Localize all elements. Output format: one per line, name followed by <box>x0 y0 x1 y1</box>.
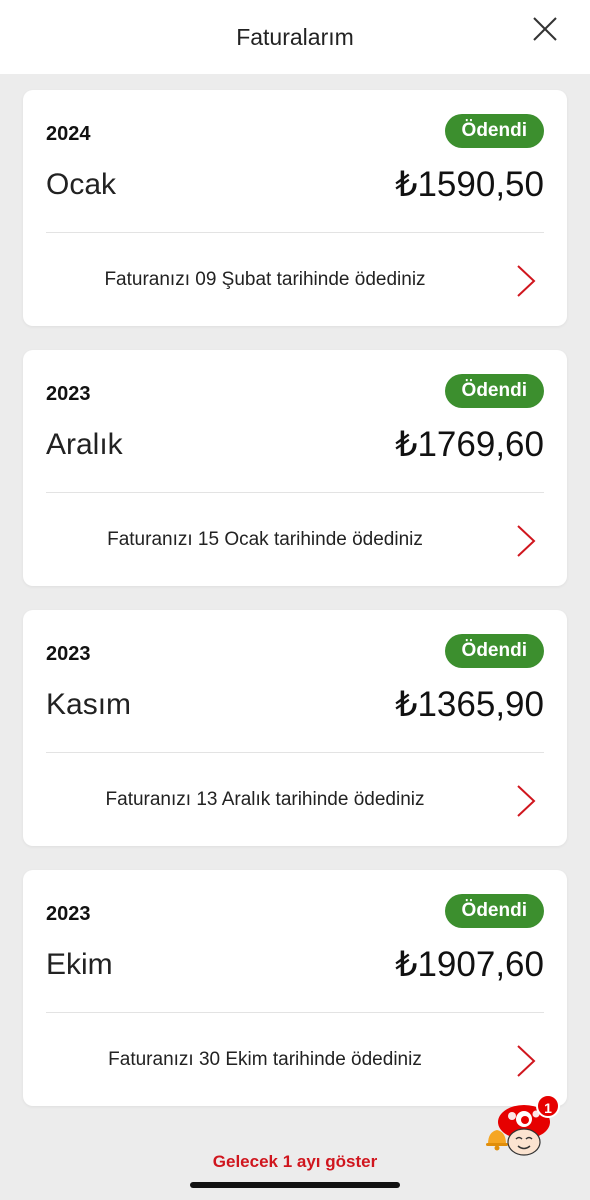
invoice-month: Kasım <box>46 688 132 721</box>
chevron-right-icon <box>517 525 536 557</box>
payment-info: Faturanızı 15 Ocak tarihinde ödediniz <box>107 528 423 550</box>
page-title: Faturalarım <box>236 23 354 50</box>
chevron-right-icon <box>517 265 536 297</box>
invoice-detail-link[interactable]: Faturanızı 09 Şubat tarihinde ödediniz <box>23 233 567 326</box>
invoice-year: 2023 <box>46 903 91 925</box>
status-badge: Ödendi <box>444 374 544 408</box>
invoice-list: 2024 Ödendi Ocak ₺1590,50 Faturanızı 09 … <box>23 90 567 1130</box>
invoice-amount: ₺1907,60 <box>395 945 544 984</box>
payment-info: Faturanızı 30 Ekim tarihinde ödediniz <box>108 1048 422 1070</box>
invoice-detail-link[interactable]: Faturanızı 15 Ocak tarihinde ödediniz <box>23 493 567 586</box>
show-next-month-link[interactable]: Gelecek 1 ayı göster <box>0 1152 590 1172</box>
invoice-month: Ocak <box>46 168 117 201</box>
invoice-detail-link[interactable]: Faturanızı 13 Aralık tarihinde ödediniz <box>23 753 567 846</box>
invoice-year: 2024 <box>46 123 91 145</box>
chevron-right-icon <box>517 785 536 817</box>
invoice-month: Aralık <box>46 428 123 461</box>
status-badge: Ödendi <box>444 894 544 928</box>
invoice-year: 2023 <box>46 383 91 405</box>
invoice-card: 2024 Ödendi Ocak ₺1590,50 Faturanızı 09 … <box>23 90 567 326</box>
status-badge: Ödendi <box>444 634 544 668</box>
status-badge: Ödendi <box>444 114 544 148</box>
invoice-amount: ₺1365,90 <box>395 685 544 724</box>
invoice-month: Ekim <box>46 948 113 981</box>
invoice-card: 2023 Ödendi Ekim ₺1907,60 Faturanızı 30 … <box>23 870 567 1106</box>
close-button[interactable] <box>530 14 560 44</box>
payment-info: Faturanızı 09 Şubat tarihinde ödediniz <box>104 268 426 290</box>
home-indicator <box>190 1182 400 1188</box>
header-bar: Faturalarım <box>0 0 590 74</box>
payment-info: Faturanızı 13 Aralık tarihinde ödediniz <box>105 788 425 810</box>
close-icon <box>533 17 557 41</box>
chevron-right-icon <box>517 1045 536 1077</box>
invoice-amount: ₺1769,60 <box>395 425 544 464</box>
notification-badge: 1 <box>536 1094 560 1118</box>
invoice-card: 2023 Ödendi Kasım ₺1365,90 Faturanızı 13… <box>23 610 567 846</box>
invoice-year: 2023 <box>46 643 91 665</box>
invoice-amount: ₺1590,50 <box>395 165 544 204</box>
invoices-screen: Faturalarım 2024 Ödendi Ocak ₺1590,50 Fa… <box>0 0 590 1200</box>
invoice-card: 2023 Ödendi Aralık ₺1769,60 Faturanızı 1… <box>23 350 567 586</box>
